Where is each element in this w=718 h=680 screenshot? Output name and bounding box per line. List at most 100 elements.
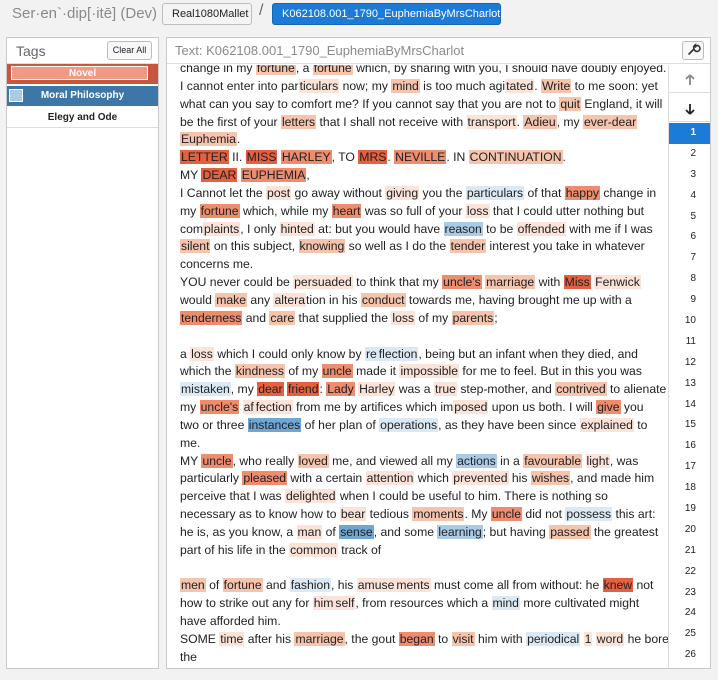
highlighted-word[interactable]: ticulars [298,78,340,93]
tag-moral-philosophy[interactable]: Moral Philosophy [7,86,158,106]
highlighted-word[interactable]: dear [257,382,284,397]
scroll-down-button[interactable] [669,94,710,122]
highlighted-word[interactable]: periodical [526,632,581,646]
highlighted-word[interactable]: re [364,346,378,361]
line-number[interactable]: 16 [669,436,710,457]
highlighted-word[interactable]: hinted [279,221,315,236]
line-number[interactable]: 20 [669,520,710,541]
line-number[interactable]: 5 [669,207,710,228]
highlighted-word[interactable]: CONTINUATION [468,150,563,165]
highlighted-word[interactable]: MRS [358,150,388,165]
highlighted-word[interactable]: mistaken [180,382,231,397]
highlighted-word[interactable]: flection [377,346,419,361]
highlighted-word[interactable]: make [215,292,248,307]
line-number[interactable]: 3 [669,165,710,186]
highlighted-word[interactable]: mind [391,78,420,93]
clear-all-button[interactable]: Clear All [107,41,152,60]
highlighted-word[interactable]: happy [564,185,600,200]
highlighted-word[interactable]: give [596,400,621,415]
highlighted-word[interactable]: ever-dear [583,114,638,129]
highlighted-word[interactable]: Fenwick [594,275,641,290]
highlighted-word[interactable]: time [219,632,245,646]
highlighted-word[interactable]: uncle's [442,275,482,290]
highlighted-word[interactable]: wishes [530,471,571,486]
highlighted-word[interactable]: visit [451,632,475,646]
highlighted-word[interactable]: contrived [555,382,607,397]
line-number[interactable]: 23 [669,583,710,604]
highlighted-word[interactable]: sense [339,524,374,539]
highlighted-word[interactable]: loss [391,310,416,325]
highlighted-word[interactable]: EUPHEMIA [240,168,307,183]
highlighted-word[interactable]: him [312,596,335,611]
highlighted-word[interactable]: loss [465,203,490,218]
highlighted-word[interactable]: Euphemia [180,132,237,147]
highlighted-word[interactable]: Write [541,78,572,93]
highlighted-word[interactable]: LETTER [180,150,229,165]
highlighted-word[interactable]: particulars [465,185,525,200]
highlighted-word[interactable]: plaints [203,221,241,236]
highlighted-word[interactable]: marriage [485,275,536,290]
highlighted-word[interactable]: pleased [242,471,288,486]
highlighted-word[interactable]: fortune [312,65,353,75]
highlighted-word[interactable]: learning [437,524,483,539]
highlighted-word[interactable]: fortune [255,65,296,75]
highlighted-word[interactable]: silent [180,239,211,254]
highlighted-word[interactable]: bear [339,507,367,522]
highlighted-word[interactable]: explained [579,417,634,432]
highlighted-word[interactable]: transport [466,114,517,129]
highlighted-word[interactable]: Lady [326,382,355,397]
highlighted-word[interactable]: fortune [222,578,263,593]
tag-elegy-and-ode[interactable]: Elegy and Ode [7,108,158,128]
highlighted-word[interactable]: offended [516,221,566,236]
highlighted-word[interactable]: actions [456,453,497,468]
highlighted-word[interactable]: post [266,185,292,200]
highlighted-word[interactable]: heart [331,203,362,218]
highlighted-word[interactable]: fortune [199,203,240,218]
highlighted-word[interactable]: self [334,596,356,611]
highlighted-word[interactable]: quit [559,96,582,111]
highlighted-word[interactable]: kindness [234,364,285,379]
line-number[interactable]: 18 [669,478,710,499]
line-number[interactable]: 10 [669,311,710,332]
highlighted-word[interactable]: ments [395,578,431,593]
highlighted-word[interactable]: uncle [321,364,353,379]
highlighted-word[interactable]: tender [449,239,487,254]
line-number[interactable]: 22 [669,562,710,583]
highlighted-word[interactable]: common [289,542,338,557]
line-number[interactable]: 19 [669,499,710,520]
scroll-up-button[interactable] [669,65,710,93]
highlighted-word[interactable]: parents [451,310,495,325]
line-number[interactable]: 6 [669,227,710,248]
line-number[interactable]: 26 [669,645,710,666]
line-number[interactable]: 21 [669,541,710,562]
highlighted-word[interactable]: reason [443,221,483,236]
highlighted-word[interactable]: DEAR [201,168,238,183]
highlighted-word[interactable]: Adieu [523,114,557,129]
highlighted-word[interactable]: knowing [298,239,346,254]
highlighted-word[interactable]: giving [385,185,420,200]
highlighted-word[interactable]: man [296,524,323,539]
line-number[interactable]: 24 [669,603,710,624]
line-number[interactable]: 9 [669,290,710,311]
highlighted-word[interactable]: Miss [563,275,591,290]
settings-button[interactable] [682,41,704,60]
highlighted-word[interactable]: letters [280,114,317,129]
highlighted-word[interactable]: word [595,632,625,646]
highlighted-word[interactable]: instances [247,417,302,432]
highlighted-word[interactable]: tenderness [180,310,243,325]
line-number[interactable]: 12 [669,353,710,374]
highlighted-word[interactable]: passed [549,524,591,539]
highlighted-word[interactable]: mind [491,596,520,611]
highlighted-word[interactable]: began [398,632,435,646]
highlighted-word[interactable]: MISS [245,150,278,165]
line-number[interactable]: 11 [669,332,710,353]
highlighted-word[interactable]: fashion [289,578,332,593]
highlighted-word[interactable]: impossible [399,364,460,379]
highlighted-word[interactable]: favourable [523,453,583,468]
highlighted-word[interactable]: uncle's [199,400,240,415]
highlighted-word[interactable]: uncle [490,507,523,522]
line-number[interactable]: 15 [669,415,710,436]
highlighted-word[interactable]: attention [365,471,415,486]
document-text-area[interactable]: change in my fortune, a fortune which, b… [167,65,668,668]
highlighted-word[interactable]: af [242,400,255,415]
